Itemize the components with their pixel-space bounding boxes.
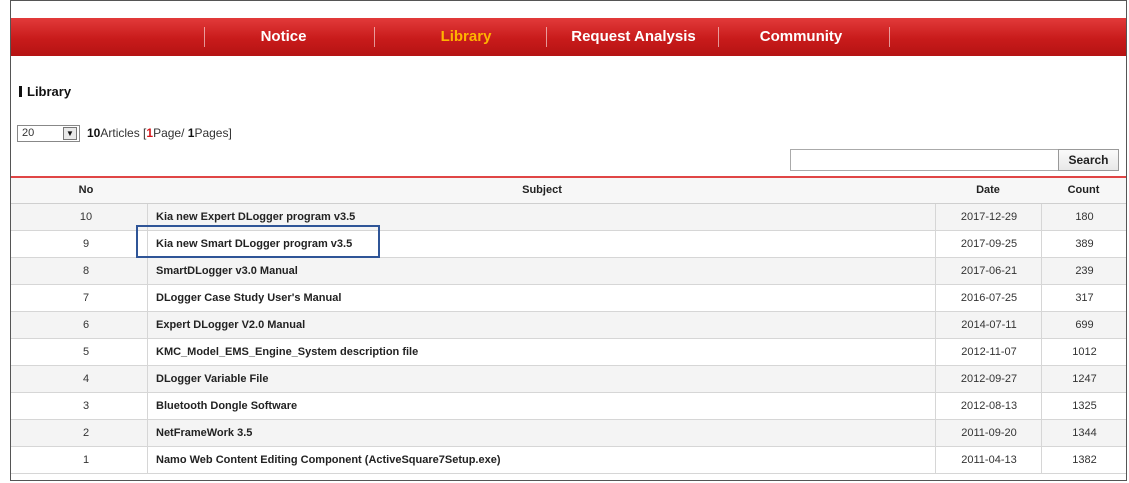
row-date: 2017-12-29 xyxy=(935,204,1042,230)
row-date: 2012-09-27 xyxy=(935,366,1042,392)
row-subject-link[interactable]: NetFrameWork 3.5 xyxy=(147,420,946,446)
page-title: Library xyxy=(19,84,71,99)
nav-item-library[interactable]: Library xyxy=(386,18,546,56)
page-size-select[interactable]: 20 ▼ xyxy=(17,125,80,142)
search-button[interactable]: Search xyxy=(1058,149,1119,171)
page-size-value: 20 xyxy=(22,127,35,139)
row-date: 2016-07-25 xyxy=(935,285,1042,311)
search-input[interactable] xyxy=(790,149,1062,171)
table-header: No Subject Date Count xyxy=(11,176,1126,204)
row-date: 2012-11-07 xyxy=(935,339,1042,365)
article-count-info: 10Articles [1Page/ 1Pages] xyxy=(87,126,232,140)
row-date: 2012-08-13 xyxy=(935,393,1042,419)
nav-item-community[interactable]: Community xyxy=(721,18,881,56)
header-no: No xyxy=(78,184,94,196)
header-date: Date xyxy=(976,184,1000,196)
row-date: 2017-06-21 xyxy=(935,258,1042,284)
row-count: 1012 xyxy=(1041,339,1127,365)
row-number: 7 xyxy=(82,292,90,304)
row-number: 4 xyxy=(82,373,90,385)
row-count: 180 xyxy=(1041,204,1127,230)
main-nav: Notice Library Request Analysis Communit… xyxy=(11,18,1126,56)
row-number: 10 xyxy=(79,211,93,223)
row-subject-link[interactable]: Namo Web Content Editing Component (Acti… xyxy=(147,447,946,473)
chevron-down-icon[interactable]: ▼ xyxy=(63,127,77,140)
page-frame: Notice Library Request Analysis Communit… xyxy=(10,0,1127,481)
nav-separator xyxy=(718,27,719,47)
nav-separator xyxy=(204,27,205,47)
row-count: 1382 xyxy=(1041,447,1127,473)
row-count: 699 xyxy=(1041,312,1127,338)
row-date: 2014-07-11 xyxy=(935,312,1042,338)
row-date: 2017-09-25 xyxy=(935,231,1042,257)
header-count: Count xyxy=(1067,184,1100,196)
row-subject-link[interactable]: SmartDLogger v3.0 Manual xyxy=(147,258,946,284)
row-count: 1325 xyxy=(1041,393,1127,419)
table-body: 10 Kia new Expert DLogger program v3.5 2… xyxy=(11,204,1126,474)
row-date: 2011-04-13 xyxy=(935,447,1042,473)
nav-item-request-analysis[interactable]: Request Analysis xyxy=(551,18,716,56)
table-row: 3 Bluetooth Dongle Software 2012-08-13 1… xyxy=(11,393,1126,420)
table-row: 10 Kia new Expert DLogger program v3.5 2… xyxy=(11,204,1126,231)
row-date: 2011-09-20 xyxy=(935,420,1042,446)
library-table: No Subject Date Count 10 Kia new Expert … xyxy=(11,176,1126,474)
row-count: 1247 xyxy=(1041,366,1127,392)
table-row: 4 DLogger Variable File 2012-09-27 1247 xyxy=(11,366,1126,393)
row-count: 389 xyxy=(1041,231,1127,257)
row-number: 9 xyxy=(82,238,90,250)
table-row: 6 Expert DLogger V2.0 Manual 2014-07-11 … xyxy=(11,312,1126,339)
nav-separator xyxy=(546,27,547,47)
row-number: 2 xyxy=(82,427,90,439)
row-subject-link[interactable]: Kia new Expert DLogger program v3.5 xyxy=(147,204,946,230)
row-subject-link[interactable]: Bluetooth Dongle Software xyxy=(147,393,946,419)
nav-item-notice[interactable]: Notice xyxy=(211,18,356,56)
row-count: 317 xyxy=(1041,285,1127,311)
title-bar-icon xyxy=(19,86,22,97)
row-subject-link[interactable]: KMC_Model_EMS_Engine_System description … xyxy=(147,339,946,365)
table-row: 1 Namo Web Content Editing Component (Ac… xyxy=(11,447,1126,474)
row-count: 1344 xyxy=(1041,420,1127,446)
row-count: 239 xyxy=(1041,258,1127,284)
table-row: 8 SmartDLogger v3.0 Manual 2017-06-21 23… xyxy=(11,258,1126,285)
row-subject-link[interactable]: Expert DLogger V2.0 Manual xyxy=(147,312,946,338)
row-number: 6 xyxy=(82,319,90,331)
table-row: 2 NetFrameWork 3.5 2011-09-20 1344 xyxy=(11,420,1126,447)
table-row: 9 Kia new Smart DLogger program v3.5 201… xyxy=(11,231,1126,258)
nav-separator xyxy=(889,27,890,47)
row-number: 5 xyxy=(82,346,90,358)
row-number: 3 xyxy=(82,400,90,412)
row-number: 8 xyxy=(82,265,90,277)
nav-separator xyxy=(374,27,375,47)
row-subject-link[interactable]: Kia new Smart DLogger program v3.5 xyxy=(147,231,946,257)
header-subject: Subject xyxy=(522,184,562,196)
row-subject-link[interactable]: DLogger Case Study User's Manual xyxy=(147,285,946,311)
row-number: 1 xyxy=(82,454,90,466)
table-row: 5 KMC_Model_EMS_Engine_System descriptio… xyxy=(11,339,1126,366)
row-subject-link[interactable]: DLogger Variable File xyxy=(147,366,946,392)
table-row: 7 DLogger Case Study User's Manual 2016-… xyxy=(11,285,1126,312)
